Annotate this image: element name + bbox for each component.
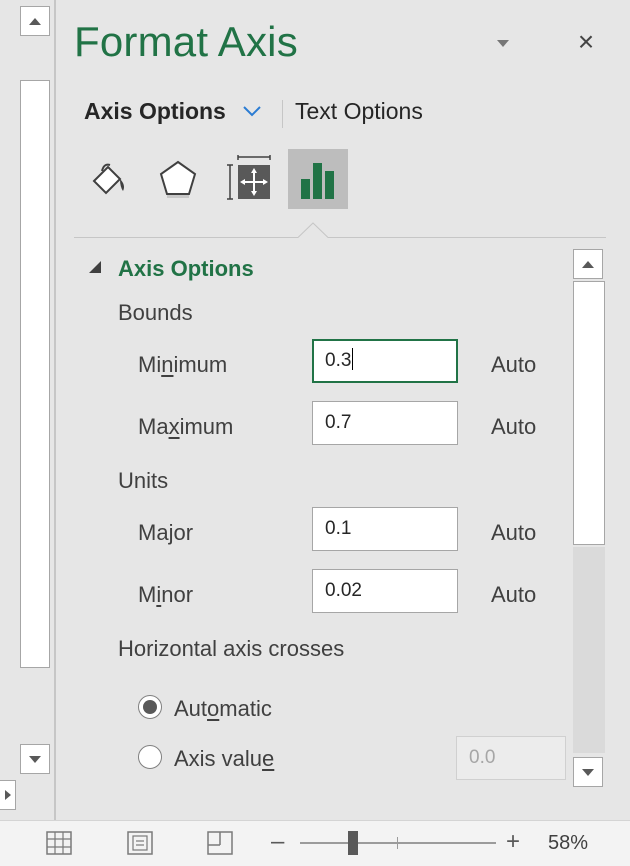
maximum-label: Maximum	[138, 414, 234, 439]
zoom-in-button[interactable]: +	[506, 827, 520, 857]
minimum-label: Minimum	[138, 352, 228, 377]
tab-underline	[74, 237, 606, 238]
selected-tab-pointer	[298, 222, 328, 238]
pane-scrollbar-track[interactable]	[573, 547, 605, 753]
status-bar: – + 58%	[0, 820, 630, 866]
worksheet-vertical-scrollbar[interactable]	[19, 4, 53, 774]
scroll-up-button[interactable]	[20, 6, 50, 36]
scroll-down-button[interactable]	[20, 744, 50, 774]
chevron-down-icon	[497, 39, 509, 47]
pane-scrollbar-thumb[interactable]	[573, 281, 605, 545]
minor-label: Minor	[138, 582, 194, 607]
minimum-auto-label: Auto	[491, 352, 537, 377]
arrow-up-icon	[29, 17, 41, 25]
pentagon-icon	[159, 160, 197, 198]
size-properties-icon	[227, 155, 271, 200]
minor-unit-input[interactable]: 0.02	[312, 569, 458, 613]
major-unit-input[interactable]: 0.1	[312, 507, 458, 551]
chevron-down-icon[interactable]	[241, 103, 263, 119]
worksheet-edge	[0, 0, 56, 820]
radio-selected-dot	[143, 700, 157, 714]
arrow-right-icon	[4, 790, 11, 800]
axis-value-radio[interactable]	[138, 745, 162, 769]
page-layout-icon	[127, 831, 153, 855]
zoom-slider-center-tick	[397, 837, 398, 849]
section-title-axis-options[interactable]: Axis Options	[118, 256, 254, 282]
collapse-caret-icon[interactable]	[89, 261, 101, 273]
maximum-auto-label: Auto	[491, 414, 537, 439]
pane-scroll-up-button[interactable]	[573, 249, 603, 279]
grid-icon	[46, 831, 72, 855]
tab-divider	[282, 100, 283, 128]
major-auto-label: Auto	[491, 520, 537, 545]
zoom-out-button[interactable]: –	[271, 827, 284, 857]
minor-auto-label: Auto	[491, 582, 537, 607]
scroll-right-button[interactable]	[0, 780, 16, 810]
bounds-heading: Bounds	[118, 300, 193, 325]
bar-chart-icon	[301, 163, 334, 199]
scrollbar-thumb[interactable]	[20, 80, 50, 668]
automatic-radio[interactable]	[138, 695, 162, 719]
arrow-down-icon	[582, 768, 594, 776]
pane-vertical-scrollbar[interactable]	[572, 248, 606, 790]
arrow-up-icon	[582, 260, 594, 268]
major-label: Major	[138, 520, 194, 545]
automatic-radio-label[interactable]: Automatic	[174, 696, 272, 722]
page-break-icon	[207, 831, 233, 855]
units-heading: Units	[118, 468, 169, 493]
tab-axis-options[interactable]: Axis Options	[84, 98, 226, 125]
arrow-down-icon	[29, 755, 41, 763]
axis-value-input: 0.0	[456, 736, 566, 780]
paint-bucket-icon	[92, 163, 124, 195]
task-pane-options-button[interactable]	[494, 36, 512, 50]
minimum-input[interactable]: 0.3	[312, 339, 458, 383]
pane-scroll-down-button[interactable]	[573, 757, 603, 787]
size-properties-tab[interactable]	[218, 149, 278, 209]
fill-line-tab[interactable]	[78, 149, 138, 209]
zoom-slider-thumb[interactable]	[348, 831, 358, 855]
zoom-level[interactable]: 58%	[548, 832, 588, 855]
format-axis-window: Format Axis × Axis Options Text Options	[0, 0, 630, 866]
maximum-input[interactable]: 0.7	[312, 401, 458, 445]
zoom-slider-track[interactable]	[300, 842, 496, 844]
axis-value-radio-label[interactable]: Axis value	[174, 746, 274, 772]
page-layout-view-button[interactable]	[126, 829, 154, 857]
axis-options-tab[interactable]	[288, 149, 348, 209]
tab-text-options[interactable]: Text Options	[295, 98, 423, 125]
horizontal-axis-crosses-heading: Horizontal axis crosses	[118, 636, 345, 661]
effects-tab[interactable]	[148, 149, 208, 209]
page-break-preview-button[interactable]	[206, 829, 234, 857]
close-button[interactable]: ×	[572, 28, 600, 56]
pane-splitter[interactable]	[54, 0, 56, 820]
pane-title: Format Axis	[74, 18, 298, 65]
normal-view-button[interactable]	[45, 829, 73, 857]
